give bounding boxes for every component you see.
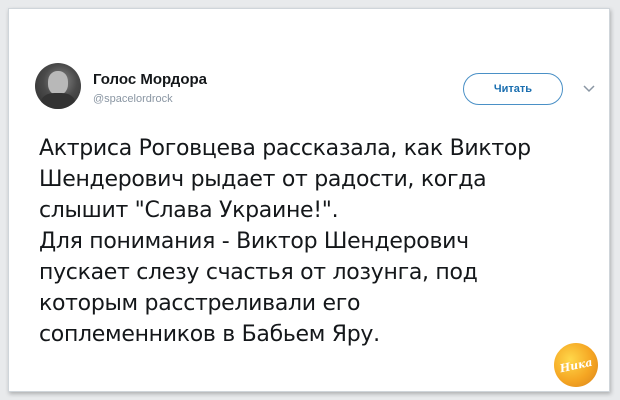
tweet-line: соплеменников в Бабьем Яру. — [39, 322, 380, 347]
tweet-card: Голос Мордора @spacelordrock Читать Актр… — [8, 8, 610, 392]
tweet-line: Шендерович рыдает от радости, когда — [39, 167, 487, 192]
watermark-text: Ника — [558, 355, 594, 375]
tweet-line: слышит "Слава Украине!". — [39, 198, 339, 223]
chevron-down-icon[interactable] — [583, 85, 595, 93]
avatar-face — [48, 71, 68, 95]
tweet-line: Актриса Роговцева рассказала, как Виктор — [39, 136, 531, 161]
avatar[interactable] — [35, 63, 81, 109]
tweet-line: которым расстреливали его — [39, 291, 361, 316]
tweet-line: Для понимания - Виктор Шендерович — [39, 229, 469, 254]
avatar-body — [41, 93, 75, 109]
author-handle[interactable]: @spacelordrock — [93, 93, 173, 105]
tweet-line: пускает слезу счастья от лозунга, под — [39, 260, 478, 285]
author-display-name[interactable]: Голос Мордора — [93, 71, 207, 88]
tweet-text: Актриса Роговцева рассказала, как Виктор… — [39, 133, 599, 350]
follow-button[interactable]: Читать — [463, 73, 563, 105]
